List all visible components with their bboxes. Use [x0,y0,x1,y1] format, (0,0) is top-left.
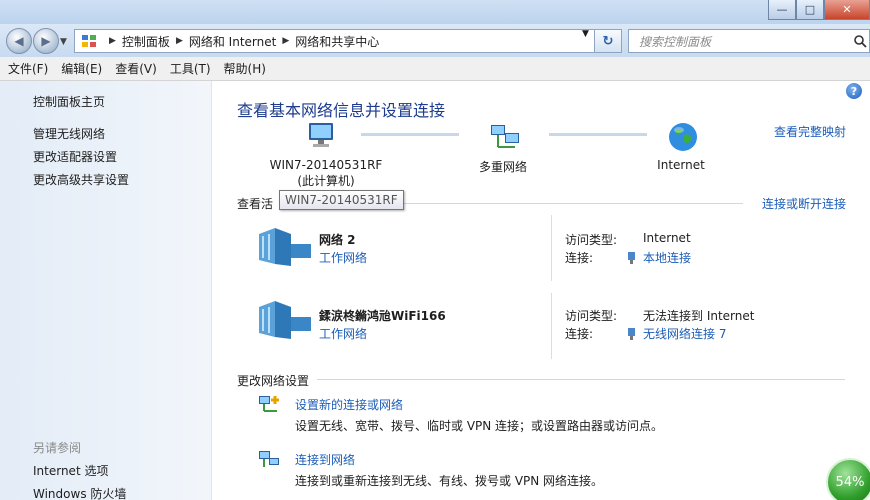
network-type-link[interactable]: 工作网络 [319,325,367,342]
connect-to-network-icon [259,451,279,467]
breadcrumb-chevron-icon[interactable]: ▶ [176,36,183,46]
map-connector-line [361,133,459,136]
map-connector-line [549,133,647,136]
maximize-button[interactable]: □ [796,0,824,20]
computer-name-tooltip: WIN7-20140531RF [279,190,404,210]
window-controls: — □ ✕ [768,0,870,20]
wireless-adapter-icon [628,327,635,340]
menu-edit[interactable]: 编辑(E) [61,60,102,77]
sidebar-item-manage-wireless[interactable]: 管理无线网络 [33,125,105,142]
network-type-link[interactable]: 工作网络 [319,249,367,266]
page-title: 查看基本网络信息并设置连接 [237,101,446,120]
network-bench-icon [259,228,311,266]
section-divider [317,379,845,380]
breadcrumb-chevron-icon[interactable]: ▶ [109,36,116,46]
multiple-networks-icon [491,125,519,148]
help-icon[interactable]: ? [846,83,862,99]
main-content: ? 查看基本网络信息并设置连接 查看完整映射 WIN7-20140531RF (… [213,81,870,500]
connection-link[interactable]: 本地连接 [627,249,691,266]
connect-to-network-description: 连接到或重新连接到无线、有线、拨号或 VPN 网络连接。 [295,474,604,488]
forward-button[interactable]: ▶ [33,28,59,54]
sidebar-item-advanced-sharing[interactable]: 更改高级共享设置 [33,171,129,188]
connection-name[interactable]: 无线网络连接 7 [643,325,726,342]
access-type-value: Internet [643,231,691,245]
menu-bar: 文件(F) 编辑(E) 查看(V) 工具(T) 帮助(H) [0,57,870,81]
back-button[interactable]: ◀ [6,28,32,54]
search-placeholder: 搜索控制面板 [639,34,712,49]
computer-icon [309,123,333,147]
menu-view[interactable]: 查看(V) [115,60,157,77]
network-divider [551,293,552,359]
close-button[interactable]: ✕ [824,0,870,20]
address-dropdown-icon[interactable]: ▼ [582,29,589,39]
address-bar: ◀ ▶ ▼ ▶ 控制面板 ▶ 网络和 Internet ▶ 网络和共享中心 ▼ … [0,24,870,57]
computer-name: WIN7-20140531RF [269,158,383,172]
search-input[interactable]: 搜索控制面板 [628,29,870,53]
active-networks-heading: 查看活 [237,197,274,211]
network-divider [551,215,552,281]
connect-disconnect-link[interactable]: 连接或断开连接 [762,195,846,212]
refresh-button[interactable]: ↻ [594,29,622,53]
access-type-value: 无法连接到 Internet [643,309,755,323]
new-connection-icon [259,396,279,412]
title-bar: — □ ✕ [0,0,870,24]
menu-file[interactable]: 文件(F) [8,60,48,77]
full-map-link[interactable]: 查看完整映射 [774,123,846,140]
breadcrumb-sharing-center[interactable]: 网络和共享中心 [295,33,379,50]
recent-pages-dropdown-icon[interactable]: ▼ [60,37,67,47]
connection-link[interactable]: 无线网络连接 7 [627,325,726,342]
setup-connection-description: 设置无线、宽带、拨号、临时或 VPN 连接；或设置路由器或访问点。 [295,419,664,433]
breadcrumb-chevron-icon[interactable]: ▶ [282,36,289,46]
ethernet-adapter-icon [628,251,635,264]
menu-tools[interactable]: 工具(T) [170,60,211,77]
computer-subtitle: (此计算机) [297,174,355,188]
access-type-label: 访问类型: [565,309,618,323]
network-name: 网络 2 [319,233,356,247]
connection-label: 连接: [565,327,594,341]
network-name: 鍒涙柊鏅鸿兘WiFi166 [319,309,446,323]
search-icon[interactable] [853,34,867,48]
see-also-heading: 另请参阅 [33,441,82,455]
connection-label: 连接: [565,251,594,265]
sidebar-item-adapter-settings[interactable]: 更改适配器设置 [33,148,117,165]
internet-globe-icon [669,123,697,151]
sidebar-item-internet-options[interactable]: Internet 选项 [33,462,108,479]
network-bench-icon [259,301,311,339]
progress-overlay-badge[interactable]: 54% [826,458,870,500]
minimize-button[interactable]: — [768,0,796,20]
setup-connection-link[interactable]: 设置新的连接或网络 [295,396,403,413]
connection-name[interactable]: 本地连接 [643,249,691,266]
map-node-computer[interactable]: WIN7-20140531RF (此计算机) [269,158,383,189]
change-settings-heading: 更改网络设置 [237,374,310,388]
breadcrumb-network-internet[interactable]: 网络和 Internet [189,33,276,50]
address-field[interactable]: ▶ 控制面板 ▶ 网络和 Internet ▶ 网络和共享中心 [74,29,622,53]
left-task-pane: 控制面板主页 管理无线网络 更改适配器设置 更改高级共享设置 另请参阅 Inte… [0,81,212,500]
sidebar-item-windows-firewall[interactable]: Windows 防火墙 [33,485,126,500]
connect-to-network-link[interactable]: 连接到网络 [295,451,355,468]
control-panel-icon [82,35,96,47]
map-node-multiple-networks[interactable]: 多重网络 [469,158,537,175]
sidebar-item-control-panel-home[interactable]: 控制面板主页 [33,93,105,110]
breadcrumb-control-panel[interactable]: 控制面板 [122,33,170,50]
menu-help[interactable]: 帮助(H) [224,60,266,77]
access-type-label: 访问类型: [565,233,618,247]
map-node-internet[interactable]: Internet [649,158,713,172]
section-divider [403,203,743,204]
